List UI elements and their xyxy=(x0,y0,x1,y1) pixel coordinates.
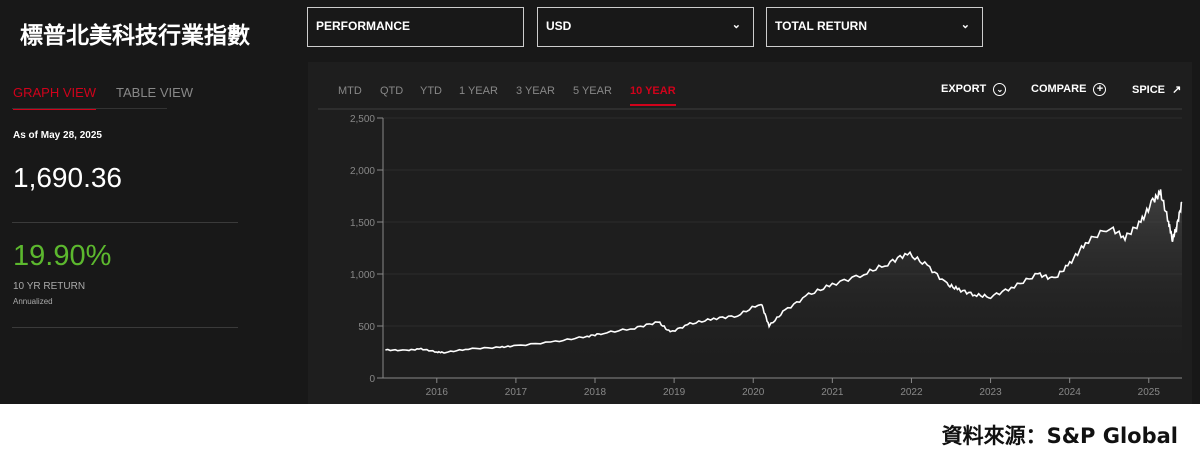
y-tick-label: 1,000 xyxy=(350,270,375,281)
x-tick-label: 2023 xyxy=(979,387,1002,398)
x-tick-label: 2016 xyxy=(426,387,449,398)
series-area xyxy=(385,189,1182,378)
performance-chart: 0 500 1,000 1,500 2,000 2,500 2016 2017 2018 2019… xyxy=(350,114,1183,398)
y-tick-label: 0 xyxy=(369,374,375,385)
y-tick-label: 1,500 xyxy=(350,218,375,229)
app: 標普北美科技行業指數 PERFORMANCE USD ⌄ TOTAL RETURN… xyxy=(0,0,1200,404)
x-tick-label: 2017 xyxy=(505,387,528,398)
y-tick-label: 2,000 xyxy=(350,166,375,177)
x-tick-label: 2024 xyxy=(1059,387,1082,398)
y-tick-label: 2,500 xyxy=(350,114,375,125)
source-note: 資料來源：S&P Global xyxy=(941,424,1178,448)
x-tick-label: 2025 xyxy=(1138,387,1161,398)
x-tick-label: 2019 xyxy=(663,387,686,398)
y-tick-label: 500 xyxy=(358,322,375,333)
x-tick-label: 2020 xyxy=(742,387,765,398)
x-tick-label: 2021 xyxy=(821,387,844,398)
x-tick-label: 2018 xyxy=(584,387,607,398)
x-tick-label: 2022 xyxy=(900,387,923,398)
